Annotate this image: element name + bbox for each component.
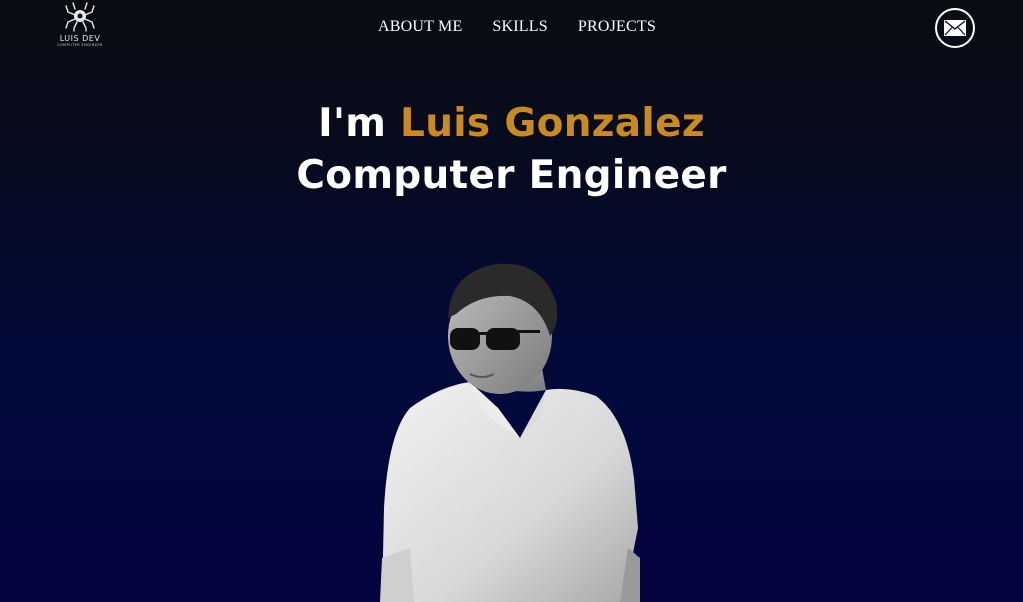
nav-link-projects[interactable]: PROJECTS: [578, 18, 656, 36]
hero-role: Computer Engineer: [296, 153, 727, 198]
nav-link-skills[interactable]: SKILLS: [492, 18, 547, 36]
hero-name: Luis Gonzalez: [400, 101, 705, 146]
hero-greeting: I'm: [318, 101, 387, 146]
spider-icon: [65, 2, 95, 32]
contact-button[interactable]: [935, 8, 975, 48]
mail-icon: [944, 20, 966, 36]
logo[interactable]: LUIS DEV COMPUTER ENGINEER: [50, 2, 110, 54]
logo-name: LUIS DEV: [59, 34, 101, 43]
hero-heading: I'm Luis Gonzalez: [0, 98, 1023, 150]
hero: I'm Luis Gonzalez Computer Engineer: [0, 98, 1023, 202]
profile-photo: [370, 258, 660, 602]
navbar: LUIS DEV COMPUTER ENGINEER ABOUT ME SKIL…: [0, 0, 1023, 56]
nav-links: ABOUT ME SKILLS PROJECTS: [378, 18, 656, 36]
nav-link-about-me[interactable]: ABOUT ME: [378, 18, 462, 36]
logo-subtitle: COMPUTER ENGINEER: [57, 43, 103, 47]
